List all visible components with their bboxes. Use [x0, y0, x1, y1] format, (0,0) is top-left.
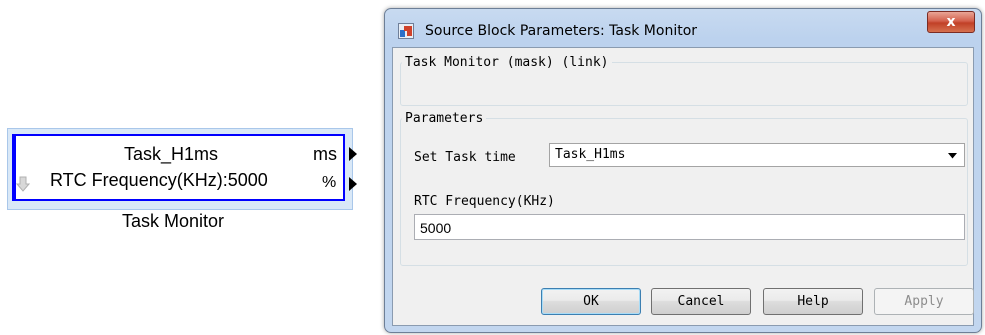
simulink-app-icon	[398, 23, 414, 39]
block-rtc-frequency-text: RTC Frequency(KHz):5000	[50, 170, 268, 190]
set-task-time-label: Set Task time	[414, 150, 516, 165]
mask-description-label: Task Monitor (mask) (link)	[402, 55, 612, 70]
dialog-title: Source Block Parameters: Task Monitor	[425, 23, 698, 39]
block-name-caption[interactable]: Task Monitor	[122, 211, 224, 232]
parameters-group	[400, 118, 968, 266]
close-icon: x	[946, 14, 956, 30]
block-task-time-text: Task_H1ms	[124, 144, 219, 164]
output-port-1-arrow-icon[interactable]	[349, 147, 357, 161]
task-time-dropdown[interactable]: Task_H1ms	[549, 143, 965, 167]
apply-button[interactable]: Apply	[874, 288, 974, 315]
help-button[interactable]: Help	[763, 288, 863, 315]
library-link-arrow-icon	[16, 176, 30, 192]
close-button[interactable]: x	[927, 11, 975, 33]
dropdown-arrow-icon[interactable]	[948, 153, 957, 159]
cancel-button[interactable]: Cancel	[651, 288, 751, 315]
output-port-percent-label: %	[322, 174, 337, 191]
parameters-group-label: Parameters	[402, 111, 487, 126]
block-parameters-dialog: Source Block Parameters: Task Monitor x …	[384, 8, 982, 333]
ok-button[interactable]: OK	[541, 288, 641, 315]
rtc-frequency-input[interactable]: 5000	[414, 214, 965, 240]
output-port-2-arrow-icon[interactable]	[349, 177, 357, 191]
task-time-selected-value: Task_H1ms	[555, 147, 626, 162]
dialog-content: Task Monitor (mask) (link) Parameters Se…	[392, 47, 974, 326]
output-port-ms-label: ms	[313, 144, 337, 164]
rtc-frequency-label: RTC Frequency(KHz)	[414, 194, 555, 209]
